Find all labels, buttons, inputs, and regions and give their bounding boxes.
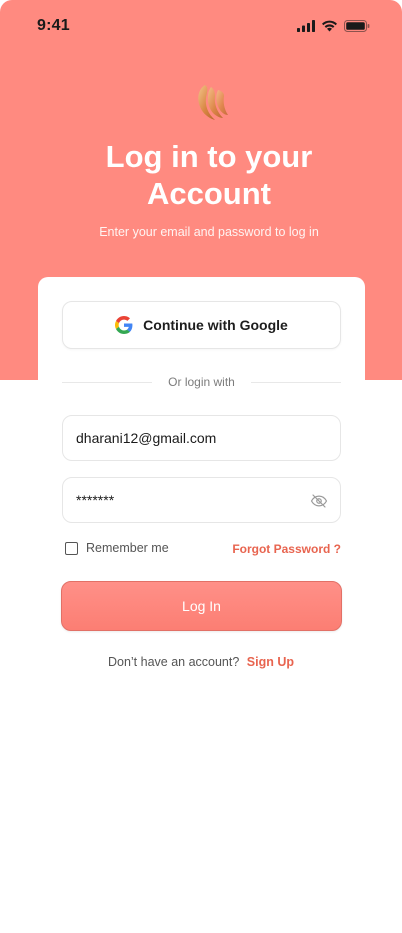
sign-up-link[interactable]: Sign Up — [247, 655, 294, 669]
status-bar: 9:41 — [0, 0, 402, 54]
google-icon — [115, 316, 133, 334]
status-time: 9:41 — [37, 17, 70, 34]
page-subtitle: Enter your email and password to log in — [99, 225, 319, 239]
or-divider: Or login with — [62, 372, 342, 392]
google-button-label: Continue with Google — [143, 317, 288, 333]
divider-text: Or login with — [168, 375, 235, 389]
forgot-password-link[interactable]: Forgot Password ? — [232, 542, 341, 556]
divider-line-left — [62, 381, 153, 383]
status-icons — [297, 20, 370, 32]
password-input[interactable] — [76, 478, 306, 522]
divider-line-right — [250, 381, 342, 383]
battery-icon — [344, 20, 370, 32]
eye-off-icon[interactable] — [310, 492, 328, 510]
email-input[interactable] — [76, 416, 306, 460]
page-title: Log in to your Account — [0, 138, 402, 212]
remember-me-label: Remember me — [86, 541, 169, 555]
signal-icon — [297, 20, 315, 32]
wifi-icon — [322, 20, 337, 32]
signup-prompt-text: Don’t have an account? — [107, 655, 240, 669]
email-field — [62, 415, 341, 461]
continue-with-google-button[interactable]: Continue with Google — [62, 301, 341, 349]
title-line-1: Log in to your — [105, 139, 313, 174]
remember-me-checkbox[interactable] — [65, 541, 78, 555]
login-button[interactable]: Log In — [61, 581, 342, 631]
title-line-2: Account — [147, 176, 271, 211]
logo-icon — [198, 85, 228, 120]
signup-prompt: Don’t have an account? Sign Up — [0, 655, 402, 669]
remember-me-toggle[interactable]: Remember me — [65, 541, 169, 555]
password-field — [62, 477, 341, 523]
